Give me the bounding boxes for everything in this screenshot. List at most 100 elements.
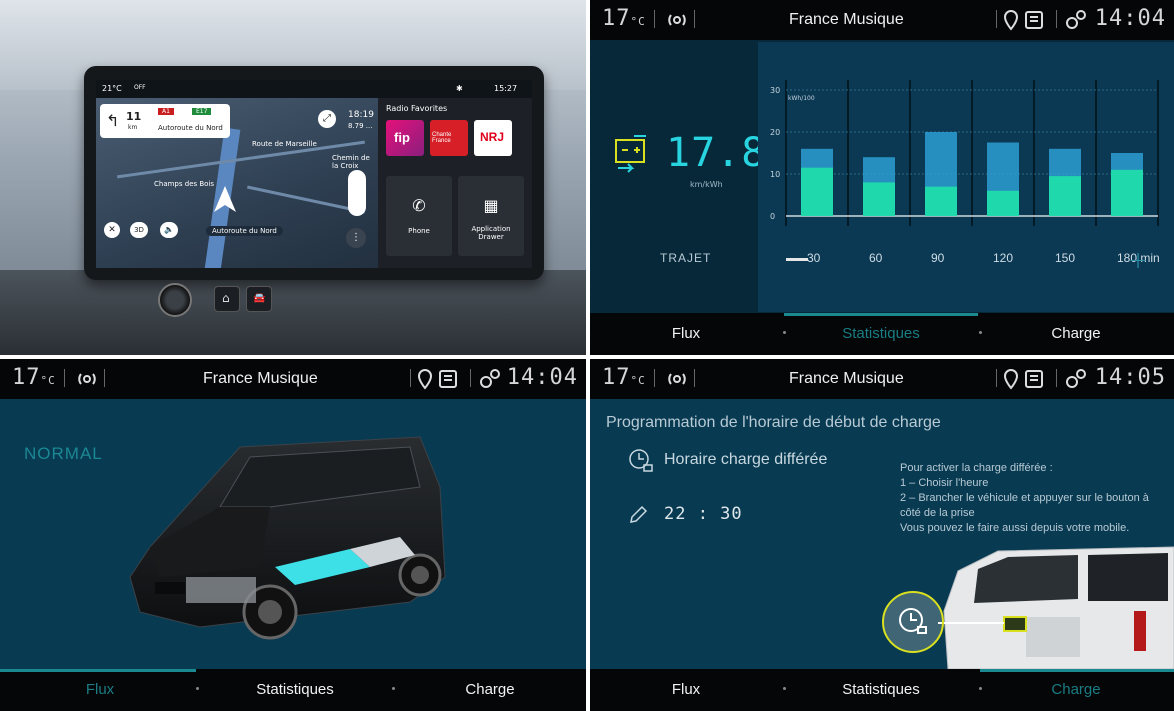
car-icon: 🚘 (253, 293, 266, 304)
instruction-line: 2 – Brancher le véhicule et appuyer sur … (900, 492, 1149, 519)
status-divider (694, 10, 695, 28)
3d-view-button[interactable]: 3D (130, 222, 148, 238)
vehicle-hardware-button[interactable]: 🚘 (246, 286, 272, 312)
consumption-bar-chart: 0 10 20 30 kWh/100 (770, 80, 1159, 226)
zoom-in-button[interactable]: + (1128, 246, 1148, 274)
gear-icon[interactable] (1064, 367, 1088, 391)
chante-france-station-button[interactable]: Chante France (430, 120, 468, 156)
radio-station-name[interactable]: France Musique (203, 370, 318, 388)
flux-screen: 17°C France Musique 14:04 NORMAL Flux St… (0, 359, 586, 711)
power-volume-knob[interactable] (158, 283, 192, 317)
map-road (117, 140, 365, 179)
road-badge-e17: E17 (192, 108, 212, 115)
vehicle-rear-illustration (938, 546, 1174, 669)
status-bar: 17°C France Musique 14:04 (590, 0, 1174, 40)
bar-series-2 (801, 167, 833, 216)
fip-station-button[interactable]: fip (386, 120, 424, 156)
timescale-option[interactable]: 30 (807, 251, 820, 265)
tab-charge[interactable]: Charge (996, 681, 1156, 698)
timescale-option[interactable]: 150 (1055, 251, 1075, 265)
gear-icon[interactable] (1064, 8, 1088, 32)
nrj-logo-text: NRJ (480, 130, 505, 144)
nrj-station-button[interactable]: NRJ (474, 120, 512, 156)
tab-flux[interactable]: Flux (606, 681, 766, 698)
console-climate-off: OFF (134, 84, 146, 91)
poi-shortcut-column[interactable] (348, 170, 366, 216)
timescale-option[interactable]: 90 (931, 251, 944, 265)
eta-time: 18:19 (348, 110, 374, 120)
bar-series-2 (1111, 169, 1143, 216)
charge-schedule-title: Programmation de l'horaire de début de c… (606, 414, 941, 431)
statistics-screen: 17°C France Musique 14:04 17.8 km/kWh TR… (590, 0, 1174, 355)
map-pin-icon[interactable] (1002, 9, 1058, 31)
gear-icon[interactable] (478, 367, 502, 391)
favorites-panel: Radio Favorites fip Chante France NRJ ✆ … (378, 98, 532, 268)
tab-charge[interactable]: Charge (996, 325, 1156, 342)
tab-bar: Flux Statistiques Charge (590, 313, 1174, 355)
tab-flux[interactable]: Flux (20, 681, 180, 698)
radio-station-name[interactable]: France Musique (789, 11, 904, 29)
radio-signal-icon[interactable] (666, 9, 688, 31)
map-label: Route de Marseille (252, 140, 317, 148)
bar-series-2 (863, 182, 895, 216)
charge-timer-button[interactable] (882, 591, 944, 653)
fip-logo-text: fip (394, 130, 410, 145)
expand-map-button[interactable]: ⤢ (318, 110, 336, 128)
app-grid-icon: ▦ (483, 196, 499, 215)
radio-signal-icon[interactable] (76, 368, 98, 390)
status-divider (996, 10, 997, 28)
volume-button[interactable]: 🔈 (160, 222, 178, 238)
nav-distance: 11 (126, 110, 142, 123)
clock-plug-icon (899, 608, 927, 634)
efficiency-unit: km/kWh (690, 180, 723, 189)
close-nav-button[interactable]: ✕ (104, 222, 120, 238)
navigation-map[interactable]: ↰ 11 km A1 E17 Autoroute du Nord Route d… (96, 98, 378, 268)
dashboard-lower (0, 270, 586, 355)
status-divider (104, 369, 105, 387)
turn-instruction-card[interactable]: ↰ 11 km A1 E17 Autoroute du Nord (100, 104, 230, 138)
y-tick-label: 10 (770, 170, 780, 179)
tab-statistiques[interactable]: Statistiques (215, 681, 375, 698)
tab-statistiques[interactable]: Statistiques (801, 325, 961, 342)
more-options-button[interactable]: ⋮ (346, 228, 366, 248)
y-tick-label: 0 (770, 212, 775, 221)
efficiency-value: 17.8 (666, 130, 767, 176)
active-tab-indicator (784, 313, 978, 316)
y-tick-label: 20 (770, 128, 780, 137)
app-drawer-button[interactable]: ▦ Application Drawer (458, 176, 524, 256)
tab-bar: Flux Statistiques Charge (0, 669, 586, 711)
status-divider (1056, 10, 1057, 28)
home-hardware-button[interactable]: ⌂ (214, 286, 240, 312)
status-divider (654, 10, 655, 28)
phone-button[interactable]: ✆ Phone (386, 176, 452, 256)
tab-statistiques[interactable]: Statistiques (801, 681, 961, 698)
tab-separator (979, 331, 982, 334)
vehicle-energy-flow-illustration (129, 436, 446, 640)
tab-flux[interactable]: Flux (606, 325, 766, 342)
trajet-label: TRAJET (660, 251, 712, 265)
charge-instructions: Pour activer la charge différée : 1 – Ch… (900, 461, 1162, 536)
status-divider (694, 369, 695, 387)
bottom-road-name: Autoroute du Nord (206, 226, 283, 236)
phone-icon: ✆ (412, 196, 426, 215)
map-pin-icon[interactable] (1002, 368, 1058, 390)
pencil-icon[interactable] (628, 505, 648, 525)
bluetooth-icon: ✱ (456, 84, 463, 93)
deferred-charge-toggle[interactable]: Horaire charge différée (664, 451, 827, 469)
radio-signal-icon[interactable] (666, 368, 688, 390)
charge-start-time[interactable]: 22 : 30 (664, 504, 743, 524)
timescale-option[interactable]: 60 (869, 251, 882, 265)
status-bar: 17°C France Musique 14:04 (0, 359, 586, 399)
tab-charge[interactable]: Charge (410, 681, 570, 698)
tab-separator (783, 331, 786, 334)
status-divider (410, 369, 411, 387)
map-pin-icon[interactable] (416, 368, 472, 390)
clock-plug-icon (629, 449, 653, 472)
battery-efficiency-icon (615, 135, 646, 173)
radio-station-name[interactable]: France Musique (789, 370, 904, 388)
active-tab-indicator (0, 669, 196, 672)
app-drawer-label: Application Drawer (471, 225, 511, 241)
status-divider (654, 369, 655, 387)
timescale-option[interactable]: 120 (993, 251, 1013, 265)
eta-distance: 8.79 ... (348, 122, 373, 130)
